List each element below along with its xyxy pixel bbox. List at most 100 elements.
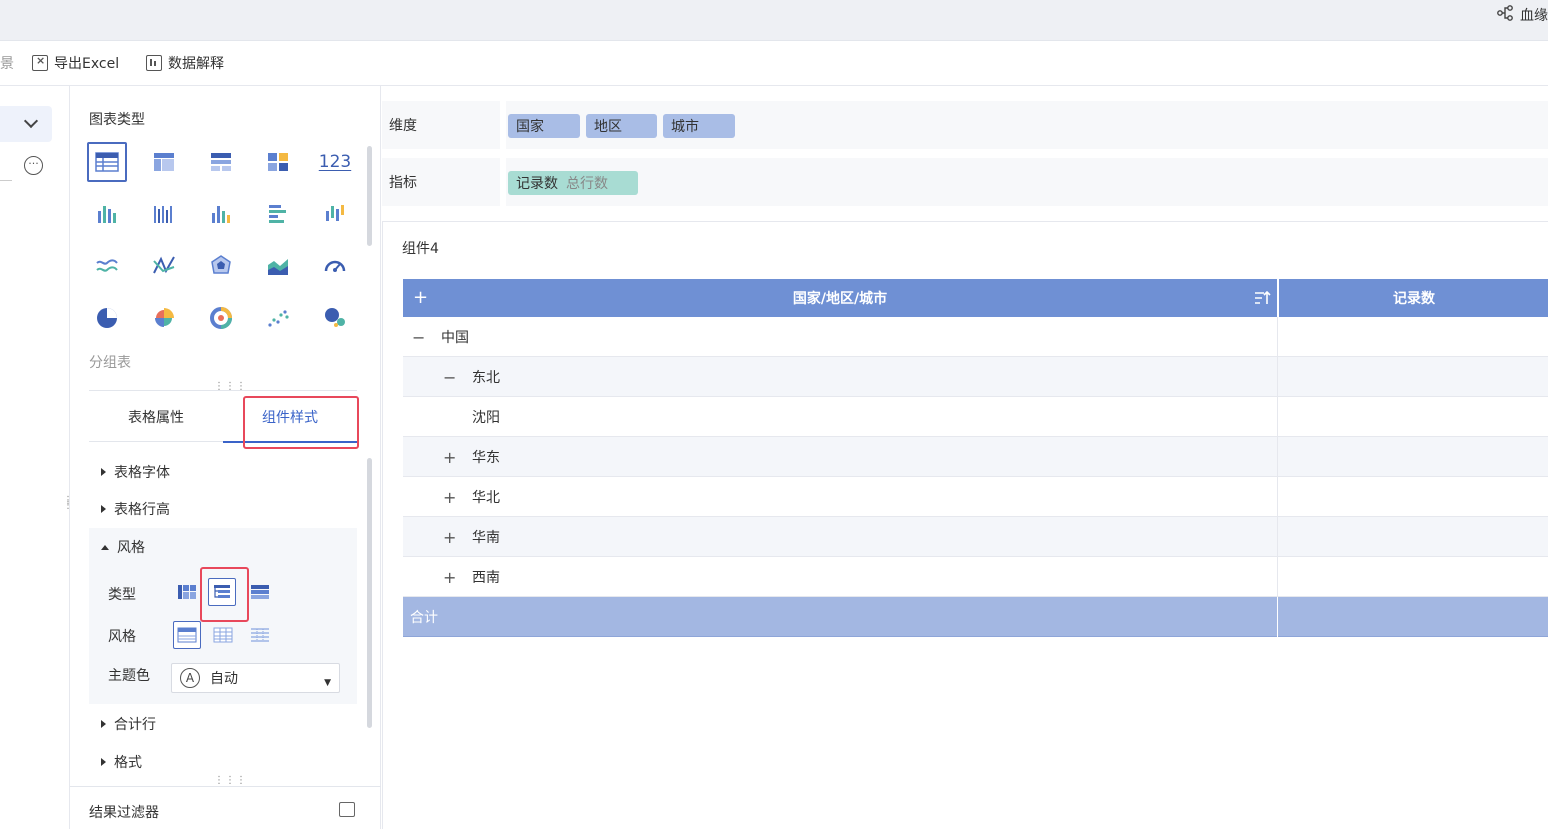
export-excel-label: 导出Excel <box>54 56 120 72</box>
measure-chip[interactable]: 记录数 总行数 <box>508 171 638 195</box>
data-explain-button[interactable]: 数据解释 <box>146 41 224 85</box>
gauge-icon[interactable] <box>315 246 355 286</box>
column-icon[interactable] <box>201 194 241 234</box>
scatter-icon[interactable] <box>258 298 298 338</box>
lineage-button[interactable]: 血缘 <box>1496 0 1548 30</box>
caret-right-icon <box>101 468 106 476</box>
row-label: 沈阳 <box>472 410 500 426</box>
type-grid-icon[interactable] <box>173 578 201 606</box>
prop-format-label: 格式 <box>114 755 142 771</box>
sort-icon[interactable] <box>1253 289 1271 307</box>
line-icon[interactable] <box>87 246 127 286</box>
filter-toggle-icon[interactable] <box>339 802 355 817</box>
dimension-chip[interactable]: 地区 <box>586 114 657 138</box>
style-label: 风格 <box>108 629 136 645</box>
section-resize-handle[interactable]: ⋮⋮⋮ <box>214 776 247 786</box>
result-filter-title: 结果过滤器 <box>89 805 159 821</box>
divider <box>1277 317 1278 357</box>
dimension-chip[interactable]: 国家 <box>508 114 580 138</box>
style-simple-icon[interactable] <box>246 621 274 649</box>
scrollbar[interactable] <box>367 458 372 728</box>
lineage-icon <box>1496 4 1514 26</box>
expand-icon[interactable]: + <box>443 557 456 597</box>
type-row-icon[interactable] <box>246 578 274 606</box>
toolbar-cut-item[interactable]: 景 <box>0 41 14 85</box>
auto-icon: A <box>180 668 200 688</box>
dimension-row: 维度 国家 地区 城市 <box>382 101 1548 149</box>
divider <box>1277 597 1278 637</box>
lineage-label: 血缘 <box>1520 8 1548 24</box>
divider <box>70 786 381 787</box>
collapse-icon[interactable]: − <box>443 357 456 397</box>
divider <box>89 390 357 391</box>
expand-icon[interactable]: + <box>443 477 456 517</box>
row-label: 西南 <box>472 570 500 586</box>
divider <box>1277 437 1278 477</box>
scatter-line-icon[interactable] <box>144 246 184 286</box>
pie-icon[interactable] <box>87 298 127 338</box>
divider <box>1277 477 1278 517</box>
excel-icon: × <box>32 54 48 71</box>
grouped-bar-icon[interactable] <box>144 194 184 234</box>
divider <box>0 180 12 181</box>
prop-style[interactable]: 风格 <box>101 537 145 557</box>
ring-icon[interactable] <box>201 298 241 338</box>
chart-explain-icon <box>146 55 162 71</box>
detail-table-icon[interactable] <box>201 142 241 182</box>
chart-type-name: 分组表 <box>89 355 131 371</box>
caret-up-icon <box>101 544 109 550</box>
measure-aggregation: 总行数 <box>566 176 608 192</box>
radar-icon[interactable] <box>201 246 241 286</box>
prop-total-row[interactable]: 合计行 <box>101 714 156 734</box>
style-grid-icon[interactable] <box>209 621 237 649</box>
bubble-icon[interactable] <box>315 298 355 338</box>
expand-icon[interactable]: + <box>443 437 456 477</box>
table-row: − 中国 <box>403 317 1548 357</box>
table-row: − 东北 <box>403 357 1548 397</box>
top-bar: 血缘 <box>0 0 1548 41</box>
data-explain-label: 数据解释 <box>168 56 224 72</box>
prop-format[interactable]: 格式 <box>101 752 142 772</box>
expand-icon[interactable]: + <box>443 517 456 557</box>
column-header-count[interactable]: 记录数 <box>1279 279 1548 317</box>
more-icon[interactable]: ··· <box>24 156 43 175</box>
scrollbar[interactable] <box>367 146 372 246</box>
stacked-bar-icon[interactable] <box>87 194 127 234</box>
tab-table-properties[interactable]: 表格属性 <box>89 392 223 442</box>
prop-row-height-label: 表格行高 <box>114 502 170 518</box>
collapse-icon[interactable]: − <box>412 317 425 357</box>
prop-total-row-label: 合计行 <box>114 717 156 733</box>
divider <box>1277 357 1278 397</box>
caret-right-icon <box>101 758 106 766</box>
range-column-icon[interactable] <box>315 194 355 234</box>
bar-icon[interactable] <box>258 194 298 234</box>
dimension-chip[interactable]: 城市 <box>663 114 735 138</box>
style-stripe-icon[interactable] <box>173 621 201 649</box>
measure-name: 记录数 <box>516 176 558 192</box>
section-resize-handle[interactable]: ⋮⋮⋮ <box>214 382 247 392</box>
area-icon[interactable] <box>258 246 298 286</box>
row-label: 华南 <box>472 530 500 546</box>
widget-title: 组件4 <box>402 241 439 257</box>
chart-type-title: 图表类型 <box>89 112 145 128</box>
row-label: 华东 <box>472 450 500 466</box>
column-header-group[interactable]: 国家/地区/城市 <box>403 279 1277 317</box>
pivot-table-icon[interactable] <box>144 142 184 182</box>
theme-value: 自动 <box>210 671 238 687</box>
table-row: + 西南 <box>403 557 1548 597</box>
table-widget: 组件4 + 国家/地区/城市 记录数 − 中国 − 东北 沈阳 + 华东 + 华… <box>382 221 1548 829</box>
table-icon[interactable] <box>87 142 127 182</box>
prop-style-label: 风格 <box>117 540 145 556</box>
theme-label: 主题色 <box>108 668 150 684</box>
export-excel-button[interactable]: × 导出Excel <box>32 41 119 85</box>
kpi-icon[interactable]: 123 <box>315 142 355 182</box>
prop-table-font[interactable]: 表格字体 <box>101 462 170 482</box>
theme-select[interactable]: A 自动 ▼ <box>171 663 340 693</box>
dimension-label: 维度 <box>389 118 417 134</box>
table-header: + 国家/地区/城市 记录数 <box>403 279 1548 317</box>
card-table-icon[interactable] <box>258 142 298 182</box>
prop-row-height[interactable]: 表格行高 <box>101 499 170 519</box>
rose-icon[interactable] <box>144 298 184 338</box>
table-row: + 华南 <box>403 517 1548 557</box>
divider <box>500 101 506 149</box>
